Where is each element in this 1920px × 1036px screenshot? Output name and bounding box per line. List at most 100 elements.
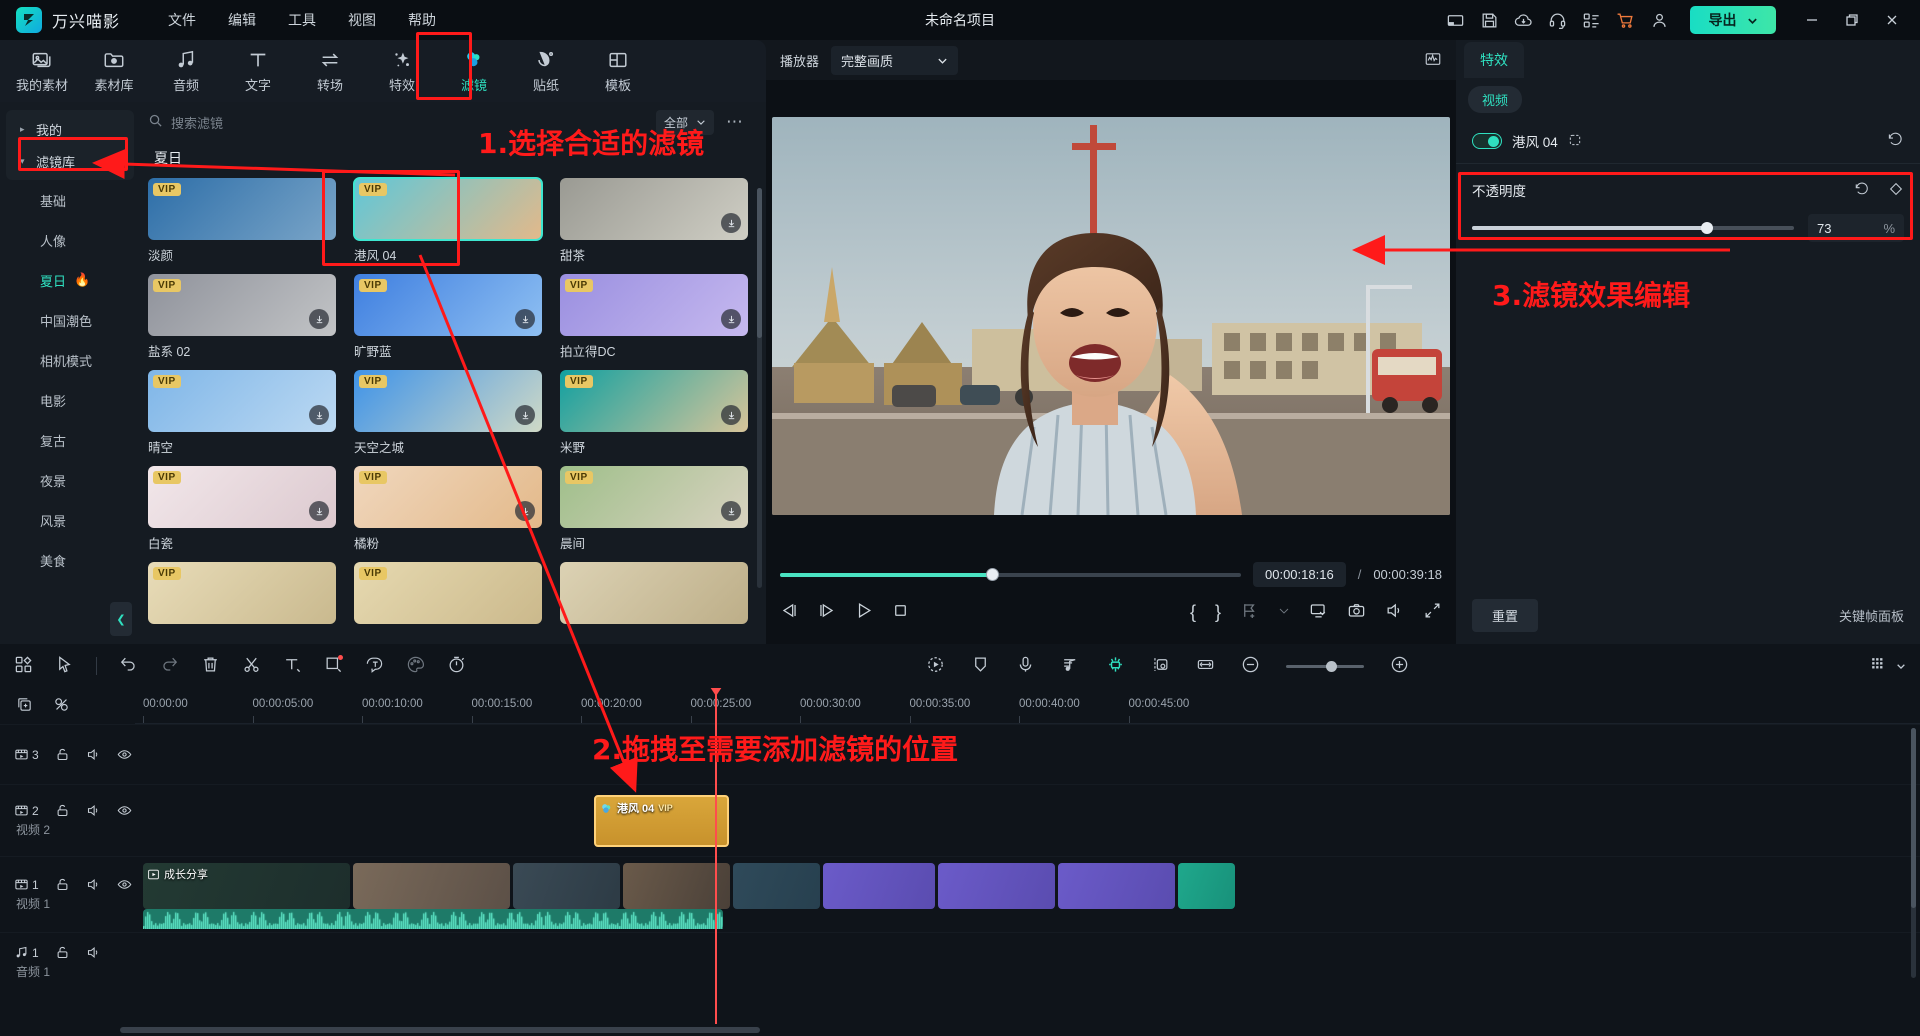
- keyframe-panel-button[interactable]: 关键帧面板: [1839, 606, 1904, 625]
- crop-icon[interactable]: [1568, 133, 1582, 150]
- track-header[interactable]: 3: [0, 724, 135, 784]
- speaker-icon[interactable]: [86, 945, 101, 960]
- split-scissors-icon[interactable]: [242, 655, 261, 677]
- zoom-out-icon[interactable]: [1241, 655, 1260, 677]
- video-clip[interactable]: [623, 863, 730, 909]
- filter-thumbnail[interactable]: [560, 178, 748, 240]
- speaker-icon[interactable]: [86, 747, 101, 762]
- filter-card[interactable]: VIP天空之城: [354, 370, 542, 456]
- menu-item-file[interactable]: 文件: [154, 4, 210, 36]
- add-track-icon[interactable]: [16, 696, 33, 716]
- filter-thumbnail[interactable]: VIP: [354, 274, 542, 336]
- playback-slider[interactable]: [780, 573, 1241, 577]
- filter-thumbnail[interactable]: VIP: [148, 274, 336, 336]
- color-palette-icon[interactable]: [406, 655, 425, 677]
- filter-card[interactable]: VIP: [148, 562, 336, 629]
- chevron-down-icon[interactable]: [1278, 604, 1290, 620]
- download-icon[interactable]: [721, 501, 741, 521]
- timeline-hscrollbar[interactable]: [0, 1024, 1920, 1036]
- video-clip[interactable]: [938, 863, 1055, 909]
- grid-view-icon[interactable]: [14, 655, 33, 677]
- video-clip[interactable]: [353, 863, 510, 909]
- volume-icon[interactable]: [1385, 601, 1404, 623]
- delete-icon[interactable]: [201, 655, 220, 677]
- opacity-reset-icon[interactable]: [1854, 181, 1870, 200]
- undo-icon[interactable]: [119, 655, 138, 677]
- tab-stickers[interactable]: 贴纸: [510, 44, 582, 98]
- download-icon[interactable]: [309, 309, 329, 329]
- add-marker-icon[interactable]: [1240, 601, 1259, 623]
- speech-to-text-icon[interactable]: [365, 655, 384, 677]
- tab-effects[interactable]: 特效: [366, 44, 438, 98]
- mask-shield-icon[interactable]: [971, 655, 990, 677]
- text-tool-icon[interactable]: [283, 655, 302, 677]
- crop-tool-icon[interactable]: [324, 655, 343, 677]
- chevron-down-icon[interactable]: [1896, 658, 1906, 674]
- keyframe-diamond-icon[interactable]: [1888, 181, 1904, 200]
- subcategory-china-trend[interactable]: 中国潮色: [6, 300, 134, 340]
- effect-reset-icon[interactable]: [1887, 131, 1904, 151]
- tab-transition[interactable]: 转场: [294, 44, 366, 98]
- subcategory-summer[interactable]: 夏日🔥: [6, 260, 134, 300]
- filter-card[interactable]: VIP港风 04: [354, 178, 542, 264]
- filter-card[interactable]: VIP晴空: [148, 370, 336, 456]
- layout-icon[interactable]: [1438, 3, 1472, 37]
- tab-templates[interactable]: 模板: [582, 44, 654, 98]
- subcategory-landscape[interactable]: 风景: [6, 500, 134, 540]
- download-icon[interactable]: [515, 309, 535, 329]
- video-clip[interactable]: [733, 863, 820, 909]
- filter-grid-scroll[interactable]: 夏日 VIP淡颜VIP港风 04甜茶VIP盐系 02VIP旷野蓝VIP拍立得DC…: [140, 142, 766, 644]
- subcategory-movie[interactable]: 电影: [6, 380, 134, 420]
- subcategory-retro[interactable]: 复古: [6, 420, 134, 460]
- filter-clip[interactable]: 港风 04VIP: [594, 795, 729, 847]
- filter-card[interactable]: VIP晨间: [560, 466, 748, 552]
- filter-card[interactable]: 甜茶: [560, 178, 748, 264]
- opacity-value-box[interactable]: 73 %: [1808, 214, 1904, 242]
- reset-button[interactable]: 重置: [1472, 599, 1538, 632]
- filter-card[interactable]: VIP盐系 02: [148, 274, 336, 360]
- tab-stock-library[interactable]: 素材库: [78, 44, 150, 98]
- filter-thumbnail[interactable]: VIP: [148, 370, 336, 432]
- prev-frame-icon[interactable]: [780, 601, 799, 623]
- speaker-icon[interactable]: [86, 877, 101, 892]
- freeze-frame-icon[interactable]: [1151, 655, 1170, 677]
- download-icon[interactable]: [721, 405, 741, 425]
- current-time[interactable]: 00:00:18:16: [1253, 562, 1346, 587]
- fullscreen-icon[interactable]: [1423, 601, 1442, 623]
- tab-text[interactable]: 文字: [222, 44, 294, 98]
- video-clip[interactable]: [823, 863, 935, 909]
- filter-thumbnail[interactable]: VIP: [148, 178, 336, 240]
- eye-icon[interactable]: [117, 747, 132, 762]
- chroma-key-icon[interactable]: [1106, 655, 1125, 677]
- filter-thumbnail[interactable]: VIP: [354, 562, 542, 624]
- download-icon[interactable]: [515, 501, 535, 521]
- camera-icon[interactable]: [1347, 601, 1366, 623]
- eye-icon[interactable]: [117, 877, 132, 892]
- minimize-icon[interactable]: [1792, 0, 1832, 40]
- grid-menu-icon[interactable]: [1574, 3, 1608, 37]
- timeline-vscrollbar[interactable]: [1911, 728, 1916, 978]
- filter-scrollbar[interactable]: [757, 188, 762, 588]
- timeline-tracks-area[interactable]: 00:00:0000:00:05:0000:00:10:0000:00:15:0…: [135, 688, 1920, 1024]
- subcategory-night[interactable]: 夜景: [6, 460, 134, 500]
- subcategory-basic[interactable]: 基础: [6, 180, 134, 220]
- subcategory-camera-mode[interactable]: 相机模式: [6, 340, 134, 380]
- save-icon[interactable]: [1472, 3, 1506, 37]
- category-my[interactable]: ▸ 我的: [6, 113, 134, 145]
- filter-thumbnail[interactable]: VIP: [354, 466, 542, 528]
- menu-item-view[interactable]: 视图: [334, 4, 390, 36]
- track-header[interactable]: 1音频 1: [0, 932, 135, 992]
- filter-thumbnail[interactable]: VIP: [354, 370, 542, 432]
- filter-card[interactable]: [560, 562, 748, 629]
- effect-toggle[interactable]: [1472, 133, 1502, 149]
- tab-effects-props[interactable]: 特效: [1464, 42, 1524, 78]
- motion-tracking-icon[interactable]: [926, 655, 945, 677]
- subcategory-portrait[interactable]: 人像: [6, 220, 134, 260]
- filter-card[interactable]: VIP米野: [560, 370, 748, 456]
- play-icon[interactable]: [854, 601, 873, 623]
- lock-icon[interactable]: [55, 945, 70, 960]
- download-icon[interactable]: [309, 501, 329, 521]
- more-dots-icon[interactable]: ⋯: [722, 112, 748, 132]
- video-clip[interactable]: [513, 863, 620, 909]
- download-icon[interactable]: [515, 405, 535, 425]
